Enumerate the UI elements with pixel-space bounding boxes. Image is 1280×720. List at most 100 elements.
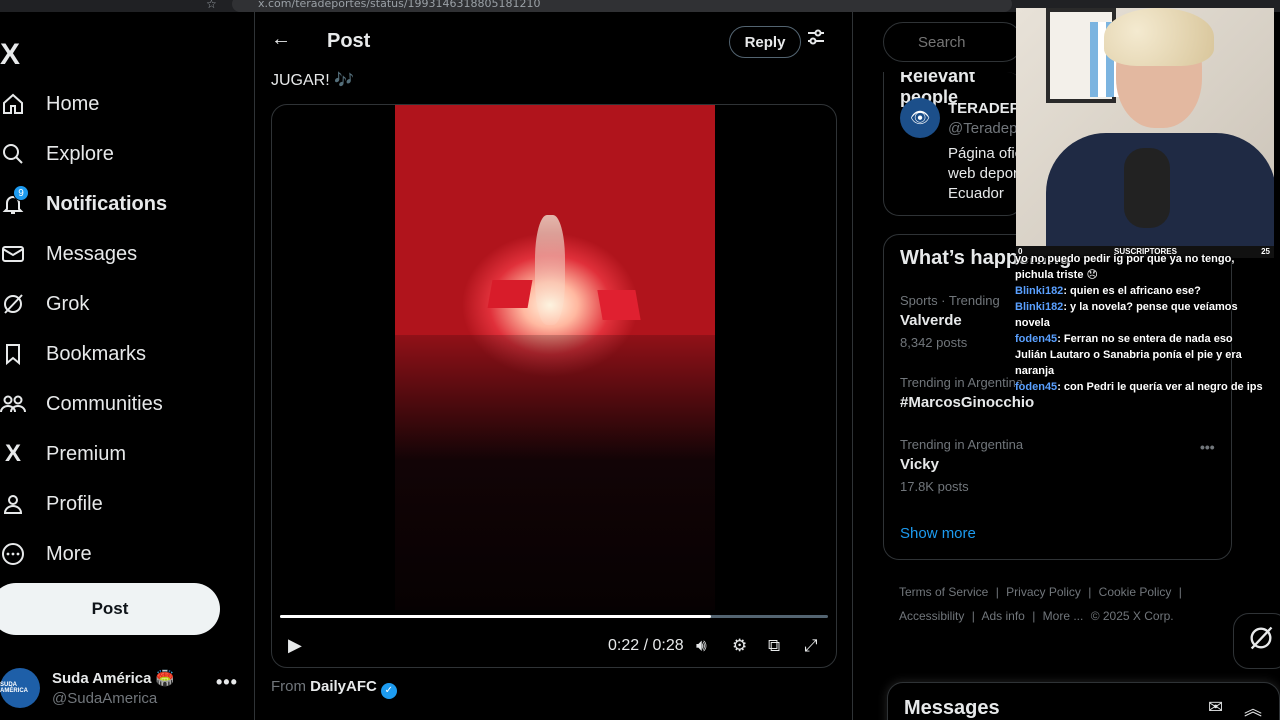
communities-icon <box>0 391 26 417</box>
sidebar-item-communities[interactable]: Communities <box>0 384 240 424</box>
sidebar-item-premium[interactable]: X Premium <box>0 434 240 474</box>
x-logo-icon[interactable]: X <box>0 40 20 70</box>
more-circle-icon <box>0 541 26 567</box>
chat-text: yo no puedo pedir ig por que ya no tengo… <box>1015 253 1235 281</box>
sidebar-item-label: Premium <box>46 442 127 465</box>
video-smoke <box>535 215 565 325</box>
footer-link[interactable]: Accessibility <box>899 609 964 623</box>
footer-link[interactable]: More ... <box>1043 609 1084 623</box>
sidebar-item-explore[interactable]: Explore <box>0 134 240 174</box>
picture-in-picture-icon[interactable]: ⧉ <box>768 636 780 656</box>
microphone <box>1124 148 1170 228</box>
bookmark-icon <box>0 341 26 367</box>
mail-icon <box>0 241 26 267</box>
trend-count: 8,342 posts <box>900 335 968 350</box>
post-button[interactable]: Post <box>0 583 220 635</box>
column-divider <box>852 12 853 720</box>
streamer-hair <box>1104 8 1214 66</box>
reply-button[interactable]: Reply <box>729 26 801 58</box>
more-dots-icon[interactable]: ••• <box>216 672 238 693</box>
video-progress-fill <box>280 615 711 618</box>
chat-text: con Pedri le quería ver al negro de ips <box>1063 381 1263 393</box>
grok-icon <box>1247 624 1275 659</box>
profile-name[interactable]: TERADEPORTES <box>948 100 1022 117</box>
chat-message: yo no puedo pedir ig por que ya no tengo… <box>1015 251 1265 283</box>
sliders-icon[interactable] <box>807 28 825 51</box>
person-icon <box>0 491 26 517</box>
messages-drawer[interactable]: Messages ✉ ︽ <box>887 682 1280 720</box>
volume-icon[interactable]: 🔊︎ <box>696 636 707 656</box>
chat-text: quien es el africano ese? <box>1070 285 1201 297</box>
footer-link[interactable]: Cookie Policy <box>1099 585 1172 599</box>
eye-logo-icon[interactable]: 👁 <box>900 98 940 138</box>
back-arrow-icon[interactable]: ← <box>271 28 291 51</box>
trend-item[interactable]: Trending in Argentina Vicky 17.8K posts <box>900 437 1023 494</box>
chat-user: foden45 <box>1015 381 1058 393</box>
grok-floating-button[interactable] <box>1233 613 1280 669</box>
footer-separator: | <box>971 609 975 623</box>
account-switcher[interactable]: SUDA AMÉRICA Suda América 🏟️ @SudaAmeric… <box>0 662 250 712</box>
trend-name: #MarcosGinocchio <box>900 394 1035 411</box>
video-player[interactable]: ▶ 0:22 / 0:28 🔊︎ ⚙ ⧉ ⤢ <box>271 104 837 668</box>
relevant-people-card: Relevant people 👁 TERADEPORTES @Teradepo… <box>883 72 1023 216</box>
new-message-icon[interactable]: ✉ <box>1208 697 1223 718</box>
sidebar-item-label: Home <box>46 92 100 115</box>
show-more-link[interactable]: Show more <box>900 525 976 542</box>
wall-frame <box>1046 8 1140 103</box>
sidebar-item-notifications[interactable]: 9 Notifications <box>0 184 240 224</box>
address-bar[interactable]: x.com/teradeportes/status/19931463188051… <box>232 0 1012 12</box>
fullscreen-icon[interactable]: ⤢ <box>804 636 818 656</box>
chat-message: foden45: con Pedri le quería ver al negr… <box>1015 381 1263 393</box>
search-icon <box>0 141 26 167</box>
bookmark-star-icon[interactable]: ☆ <box>206 0 217 11</box>
sidebar-item-grok[interactable]: Grok <box>0 284 240 324</box>
footer-separator: | <box>1178 585 1182 599</box>
footer-link[interactable]: Privacy Policy <box>1006 585 1081 599</box>
footer-links: Terms of Service | Privacy Policy | Cook… <box>899 580 1219 628</box>
copyright: © 2025 X Corp. <box>1090 609 1174 623</box>
sidebar-item-label: Profile <box>46 492 103 515</box>
video-frame[interactable] <box>395 105 715 610</box>
search-input[interactable] <box>883 22 1023 62</box>
trend-count: 17.8K posts <box>900 479 969 494</box>
webcam-overlay: 0 SUSCRIPTORES 25 <box>1016 8 1274 258</box>
sidebar-item-messages[interactable]: Messages <box>0 234 240 274</box>
notification-badge: 9 <box>13 185 29 201</box>
sidebar-item-label: Communities <box>46 392 163 415</box>
verified-badge-icon: ✓ <box>380 683 397 699</box>
source-attribution: From DailyAFC ✓ <box>271 678 397 699</box>
avatar: SUDA AMÉRICA <box>0 668 40 708</box>
sidebar-item-more[interactable]: More <box>0 534 240 574</box>
trend-item[interactable]: Sports · Trending Valverde 8,342 posts <box>900 293 1000 350</box>
post-header: ← Post Reply <box>255 12 852 68</box>
column-divider <box>254 12 255 720</box>
grok-icon <box>0 291 26 317</box>
chat-user: Blinki182 <box>1015 301 1064 313</box>
sidebar-item-home[interactable]: Home <box>0 84 240 124</box>
video-progress-bar[interactable] <box>280 615 828 618</box>
chat-message: Blinki182: y la novela? pense que veíamo… <box>1015 301 1238 329</box>
settings-gear-icon[interactable]: ⚙ <box>732 636 747 656</box>
sidebar-item-label: Messages <box>46 242 138 265</box>
source-link[interactable]: DailyAFC <box>310 678 377 695</box>
stream-chat: yo no puedo pedir ig por que ya no tengo… <box>1015 251 1265 395</box>
sidebar-item-profile[interactable]: Profile <box>0 484 240 524</box>
chat-message: Blinki182: quien es el africano ese? <box>1015 285 1201 297</box>
footer-link[interactable]: Terms of Service <box>899 585 988 599</box>
sidebar-item-label: Grok <box>46 292 90 315</box>
footer-separator: | <box>1088 585 1092 599</box>
chevron-up-icon[interactable]: ︽ <box>1244 695 1262 720</box>
trend-category: Sports · Trending <box>900 293 1000 308</box>
footer-separator: | <box>1032 609 1036 623</box>
video-flag <box>487 280 533 308</box>
footer-link[interactable]: Ads info <box>982 609 1025 623</box>
home-icon <box>0 91 26 117</box>
sidebar-item-bookmarks[interactable]: Bookmarks <box>0 334 240 374</box>
video-time: 0:22 / 0:28 <box>608 637 684 654</box>
more-dots-icon[interactable]: ••• <box>1200 439 1215 455</box>
account-handle: @SudaAmerica <box>52 690 158 707</box>
sidebar-item-label: Notifications <box>46 192 168 215</box>
chat-user: foden45 <box>1015 333 1058 345</box>
play-icon[interactable]: ▶ <box>288 635 302 656</box>
video-current-time: 0:22 <box>608 637 640 654</box>
